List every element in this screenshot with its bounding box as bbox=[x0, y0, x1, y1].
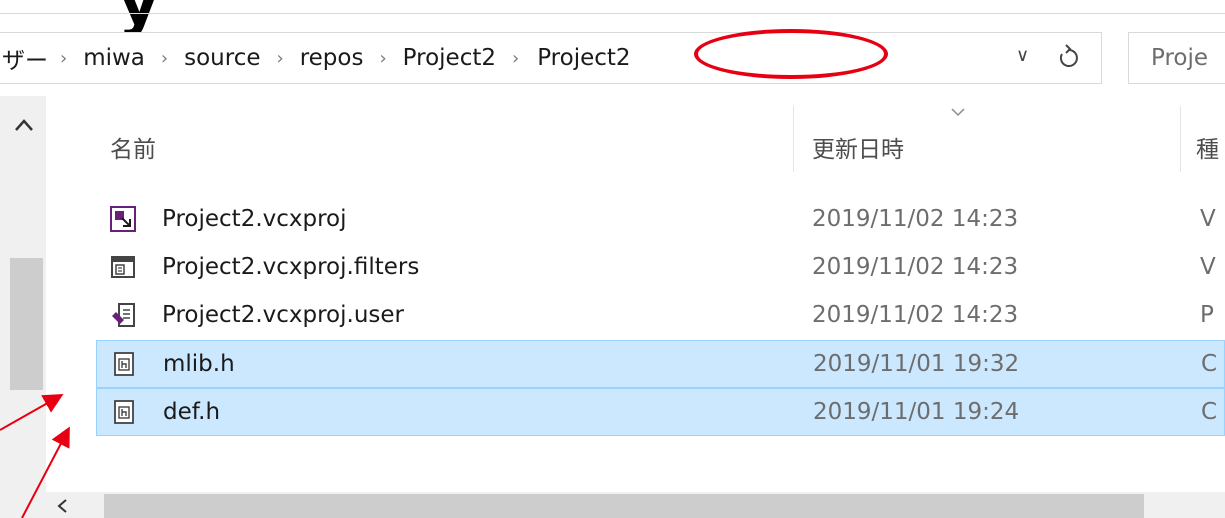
sort-chevron-icon bbox=[951, 108, 965, 117]
table-row[interactable]: mlib.h 2019/11/01 19:32 C bbox=[96, 340, 1225, 388]
file-type: C bbox=[1201, 399, 1218, 425]
file-list: Project2.vcxproj 2019/11/02 14:23 V Proj… bbox=[96, 196, 1225, 436]
breadcrumb-separator-icon[interactable]: › bbox=[147, 48, 182, 69]
file-name: Project2.vcxproj.filters bbox=[162, 254, 420, 280]
breadcrumb-item-project2-current[interactable]: Project2 bbox=[533, 45, 632, 71]
chevron-up-icon[interactable] bbox=[14, 118, 34, 132]
chevron-left-icon[interactable] bbox=[56, 498, 68, 514]
file-type: V bbox=[1200, 254, 1216, 280]
breadcrumb: ザー › miwa › source › repos › Project2 › … bbox=[0, 33, 633, 83]
filters-icon bbox=[111, 256, 135, 278]
file-type: C bbox=[1201, 351, 1218, 377]
column-header-date[interactable]: 更新日時 bbox=[812, 130, 904, 164]
file-date: 2019/11/02 14:23 bbox=[812, 206, 1019, 232]
breadcrumb-separator-icon[interactable]: › bbox=[365, 48, 400, 69]
file-date: 2019/11/01 19:32 bbox=[813, 351, 1020, 377]
scrollbar-thumb[interactable] bbox=[104, 494, 1144, 518]
file-type: V bbox=[1200, 206, 1216, 232]
divider bbox=[0, 13, 1225, 14]
file-date: 2019/11/02 14:23 bbox=[812, 302, 1019, 328]
column-divider[interactable] bbox=[793, 106, 794, 172]
breadcrumb-separator-icon[interactable]: › bbox=[263, 48, 298, 69]
file-date: 2019/11/01 19:24 bbox=[813, 399, 1020, 425]
column-header-type[interactable]: 種 bbox=[1196, 130, 1219, 164]
file-name: mlib.h bbox=[163, 351, 235, 377]
breadcrumb-item-user[interactable]: ザー bbox=[0, 41, 50, 75]
chevron-down-icon[interactable]: ∨ bbox=[1016, 45, 1029, 66]
header-file-icon bbox=[114, 400, 134, 424]
breadcrumb-separator-icon[interactable]: › bbox=[498, 48, 533, 69]
horizontal-scrollbar[interactable] bbox=[46, 492, 1225, 518]
file-name: def.h bbox=[163, 399, 221, 425]
table-row[interactable]: Project2.vcxproj.user 2019/11/02 14:23 P bbox=[96, 292, 1225, 340]
table-row[interactable]: Project2.vcxproj.filters 2019/11/02 14:2… bbox=[96, 244, 1225, 292]
table-row[interactable]: def.h 2019/11/01 19:24 C bbox=[96, 388, 1225, 436]
breadcrumb-item-repos[interactable]: repos bbox=[298, 45, 366, 71]
breadcrumb-item-project2[interactable]: Project2 bbox=[401, 45, 498, 71]
annotation-highlight-oval bbox=[694, 29, 888, 79]
header-file-icon bbox=[114, 352, 134, 376]
scrollbar-thumb[interactable] bbox=[10, 258, 43, 390]
file-date: 2019/11/02 14:23 bbox=[812, 254, 1019, 280]
breadcrumb-separator-icon[interactable]: › bbox=[50, 48, 81, 69]
table-row[interactable]: Project2.vcxproj 2019/11/02 14:23 V bbox=[96, 196, 1225, 244]
file-name: Project2.vcxproj bbox=[162, 206, 347, 232]
vcxproj-icon bbox=[110, 206, 136, 232]
vs-user-icon bbox=[112, 303, 135, 327]
column-divider[interactable] bbox=[1180, 106, 1181, 172]
address-bar[interactable]: ザー › miwa › source › repos › Project2 › … bbox=[0, 32, 1102, 84]
file-name: Project2.vcxproj.user bbox=[162, 302, 404, 328]
heading-fragment: y bbox=[118, 0, 160, 39]
column-header-name[interactable]: 名前 bbox=[110, 130, 156, 164]
file-type: P bbox=[1200, 302, 1214, 328]
breadcrumb-item-miwa[interactable]: miwa bbox=[81, 45, 147, 71]
breadcrumb-item-source[interactable]: source bbox=[182, 45, 262, 71]
search-input[interactable]: Proje bbox=[1128, 32, 1225, 84]
refresh-icon[interactable] bbox=[1056, 41, 1082, 71]
